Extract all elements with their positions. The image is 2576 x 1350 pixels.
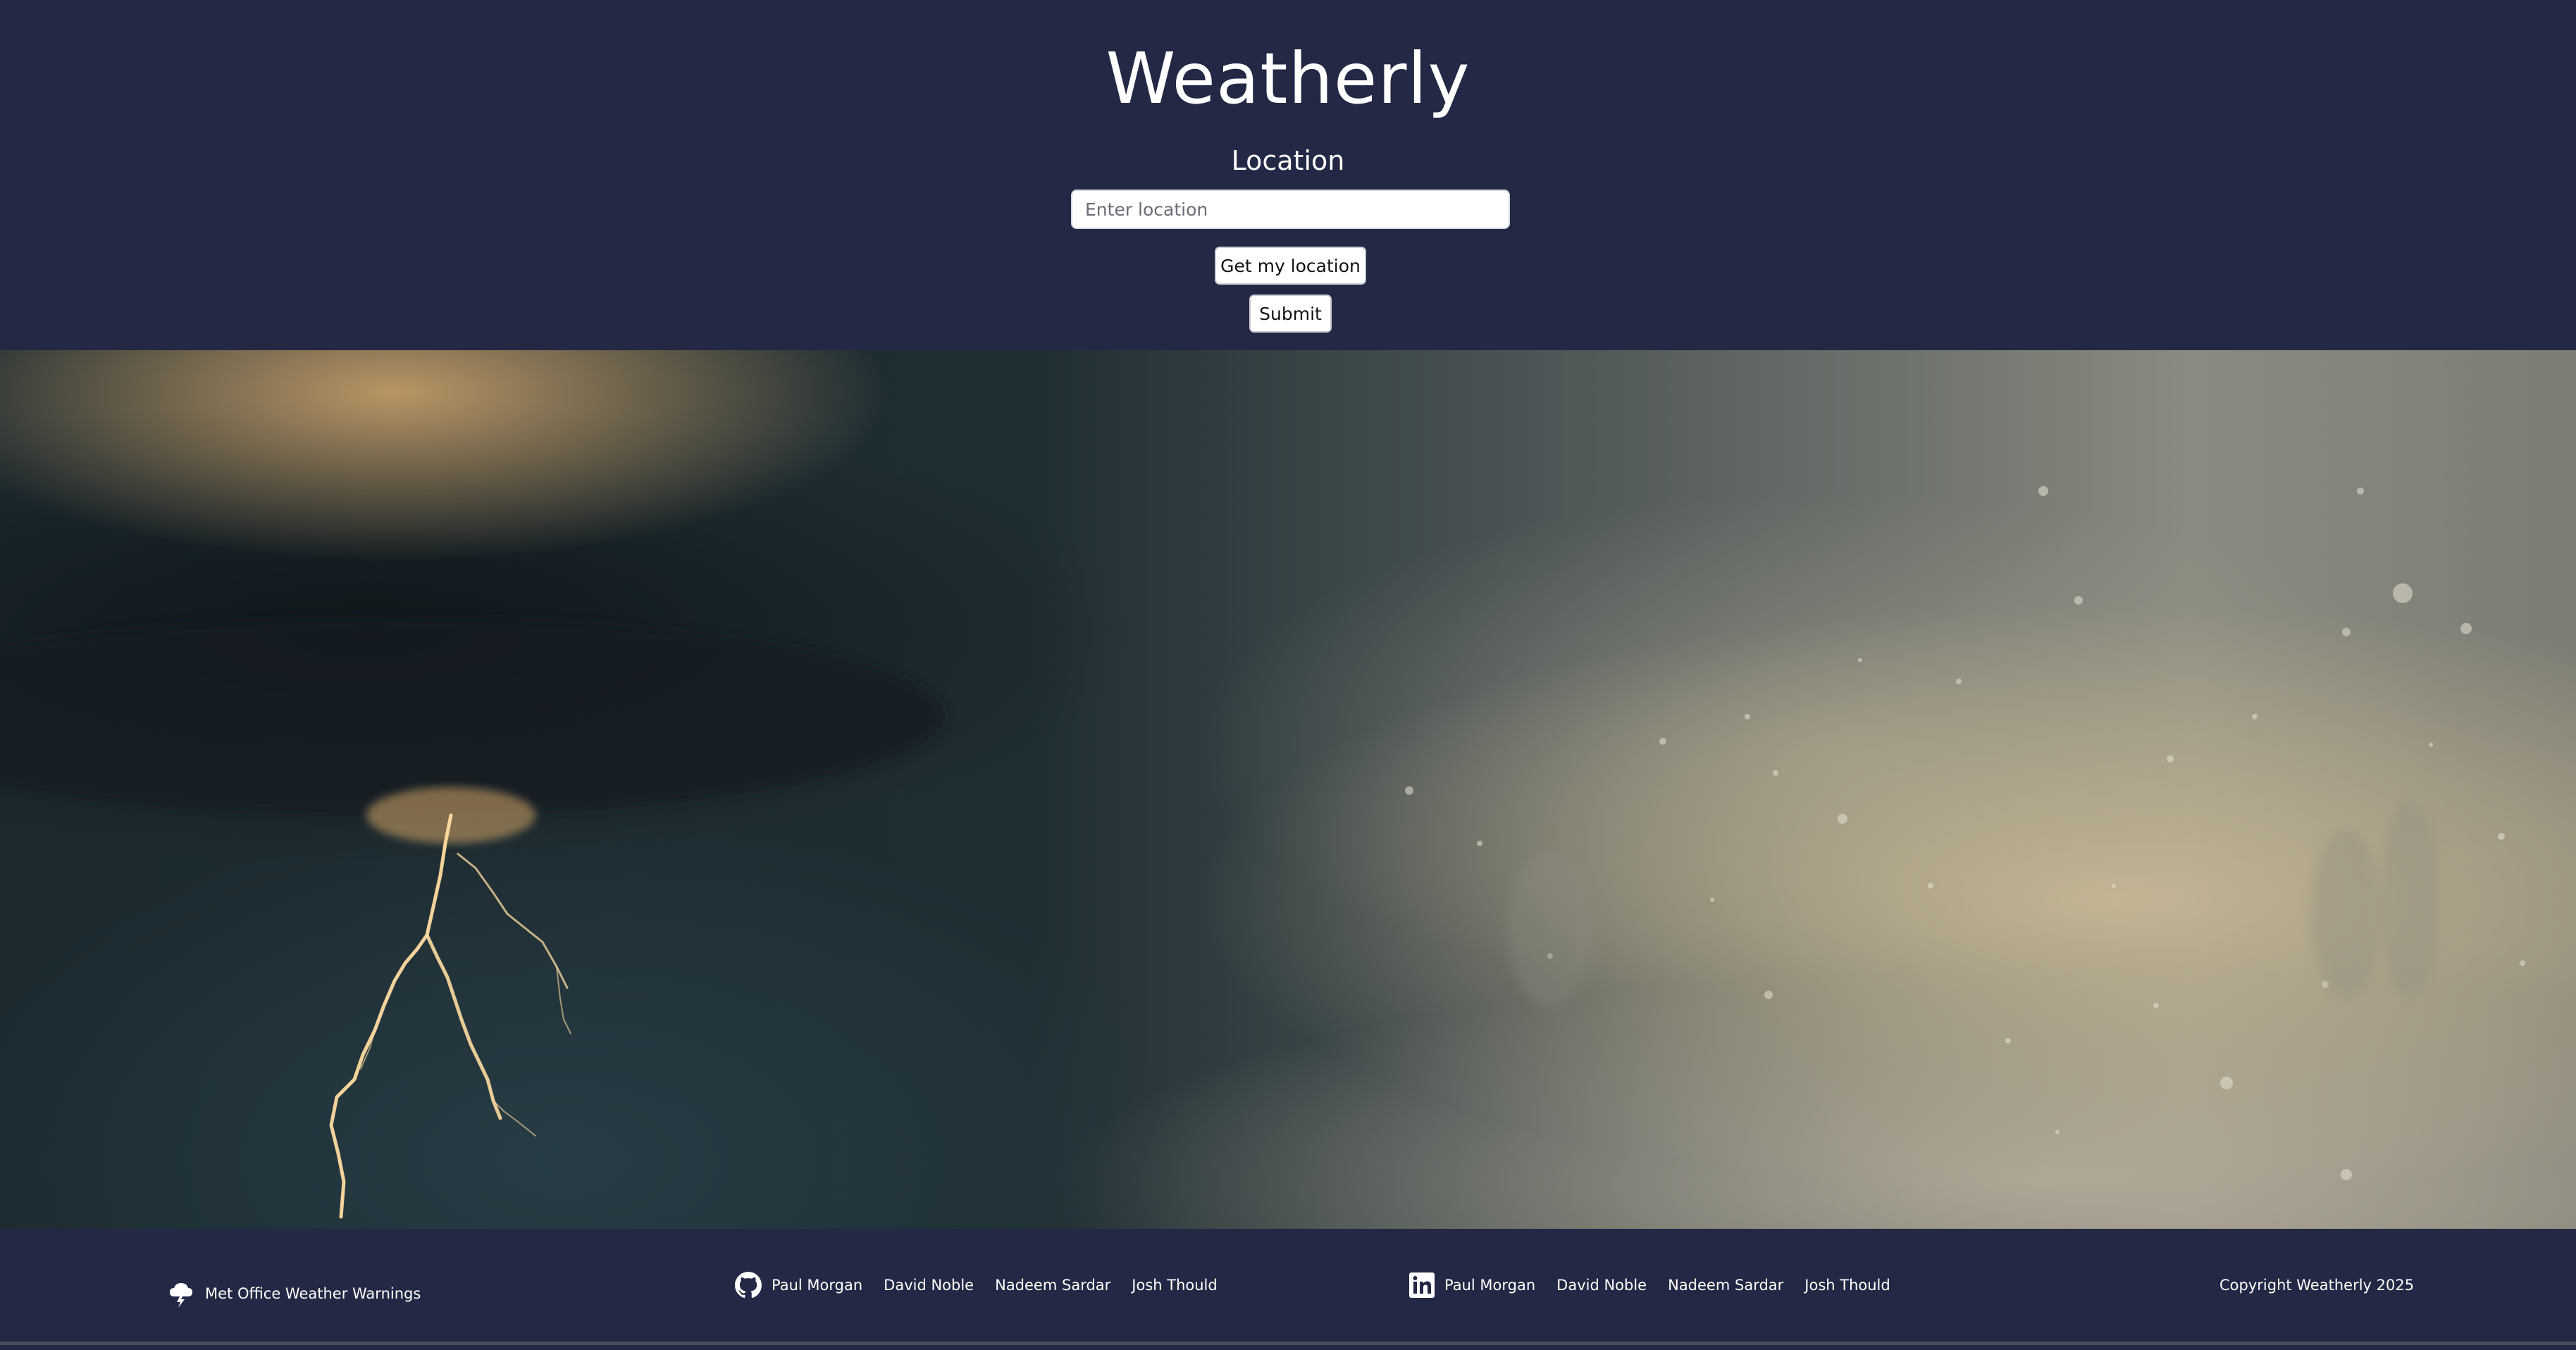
app-title: Weatherly <box>1106 37 1470 120</box>
bottom-divider <box>0 1342 2576 1345</box>
met-office-warnings-link[interactable]: Met Office Weather Warnings <box>205 1285 421 1302</box>
linkedin-author-link[interactable]: Nadeem Sardar <box>1668 1277 1783 1294</box>
github-author-link[interactable]: David Noble <box>884 1277 974 1294</box>
github-links: Paul Morgan David Noble Nadeem Sardar Jo… <box>735 1229 1239 1342</box>
github-icon[interactable] <box>735 1272 762 1299</box>
submit-button[interactable]: Submit <box>1249 295 1332 333</box>
linkedin-author-link[interactable]: David Noble <box>1556 1277 1647 1294</box>
get-my-location-button[interactable]: Get my location <box>1215 247 1366 285</box>
lightning-storm-illustration <box>0 486 2525 1219</box>
weather-background-image <box>0 350 2576 1229</box>
met-office-section: Met Office Weather Warnings <box>167 1237 442 1350</box>
linkedin-links: Paul Morgan David Noble Nadeem Sardar Jo… <box>1409 1229 1912 1342</box>
location-input[interactable] <box>1071 190 1510 229</box>
page-footer: Met Office Weather Warnings Paul Morgan … <box>0 1229 2576 1342</box>
linkedin-author-link[interactable]: Paul Morgan <box>1444 1277 1535 1294</box>
linkedin-author-link[interactable]: Josh Thould <box>1804 1277 1890 1294</box>
location-label: Location <box>1231 145 1345 176</box>
github-author-link[interactable]: Nadeem Sardar <box>995 1277 1110 1294</box>
linkedin-icon[interactable] <box>1409 1272 1435 1298</box>
github-author-link[interactable]: Josh Thould <box>1132 1277 1217 1294</box>
github-author-link[interactable]: Paul Morgan <box>772 1277 862 1294</box>
copyright: Copyright Weatherly 2025 <box>2219 1229 2414 1342</box>
storm-cloud-icon <box>167 1280 195 1308</box>
copyright-text: Copyright Weatherly 2025 <box>2219 1277 2415 1294</box>
page-header: Weatherly Location Get my location Submi… <box>0 0 2576 350</box>
